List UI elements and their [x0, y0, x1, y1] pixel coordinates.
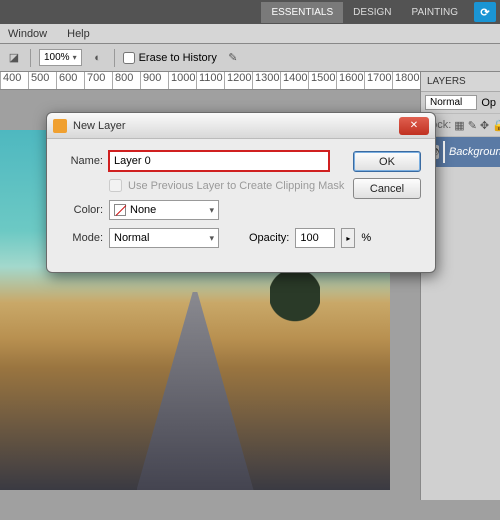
opacity-stepper[interactable]: ▸ [341, 228, 355, 248]
clipping-mask-label: Use Previous Layer to Create Clipping Ma… [128, 180, 344, 192]
menu-help[interactable]: Help [67, 28, 90, 40]
clipping-mask-checkbox [109, 179, 122, 192]
dialog-title: New Layer [73, 120, 399, 132]
opacity-label: Opacity: [249, 232, 289, 244]
opacity-abbrev: Op [481, 97, 496, 109]
cancel-button[interactable]: Cancel [353, 178, 421, 199]
pressure-icon[interactable]: ✎ [225, 50, 241, 66]
color-label: Color: [61, 204, 103, 216]
ok-button[interactable]: OK [353, 151, 421, 172]
divider [30, 49, 31, 67]
color-select[interactable]: None [109, 200, 219, 220]
layer-name-label: Background [449, 146, 500, 158]
opacity-suffix: % [361, 232, 371, 244]
lock-all-icon[interactable]: 🔒 [492, 117, 500, 133]
color-value: None [130, 204, 156, 216]
close-icon[interactable]: ✕ [399, 117, 429, 135]
name-label: Name: [61, 155, 103, 167]
erase-history-label: Erase to History [139, 52, 217, 64]
mode-value: Normal [114, 232, 149, 244]
zoom-select[interactable]: 100% [39, 49, 82, 66]
eraser-tool-icon[interactable]: ◪ [6, 50, 22, 66]
lock-pixels-icon[interactable]: ✎ [468, 117, 477, 133]
menu-window[interactable]: Window [8, 28, 47, 40]
layer-thumbnail[interactable] [443, 141, 445, 163]
opacity-input[interactable] [295, 228, 335, 248]
erase-history-checkbox[interactable]: Erase to History [123, 52, 217, 64]
lock-position-icon[interactable]: ✥ [480, 117, 489, 133]
workspace-painting[interactable]: Painting [402, 2, 468, 23]
cs-live-icon[interactable]: ⟳ [474, 2, 496, 22]
dialog-titlebar[interactable]: New Layer ✕ [47, 113, 435, 139]
mode-label: Mode: [61, 232, 103, 244]
erase-history-input[interactable] [123, 52, 135, 64]
road-graphic [137, 292, 254, 490]
brush-preset-icon[interactable]: ◐ [90, 50, 106, 66]
dialog-icon [53, 119, 67, 133]
divider [114, 49, 115, 67]
none-swatch-icon [114, 204, 126, 216]
lock-transparency-icon[interactable]: ▦ [454, 117, 464, 133]
layers-tab[interactable]: Layers [421, 72, 500, 92]
workspace-design[interactable]: Design [343, 2, 401, 23]
blend-mode-select[interactable]: Normal [425, 95, 477, 110]
mode-select[interactable]: Normal [109, 228, 219, 248]
new-layer-dialog: New Layer ✕ OK Cancel Name: Use Previous… [46, 112, 436, 273]
name-input[interactable] [109, 151, 329, 171]
workspace-essentials[interactable]: Essentials [261, 2, 343, 23]
